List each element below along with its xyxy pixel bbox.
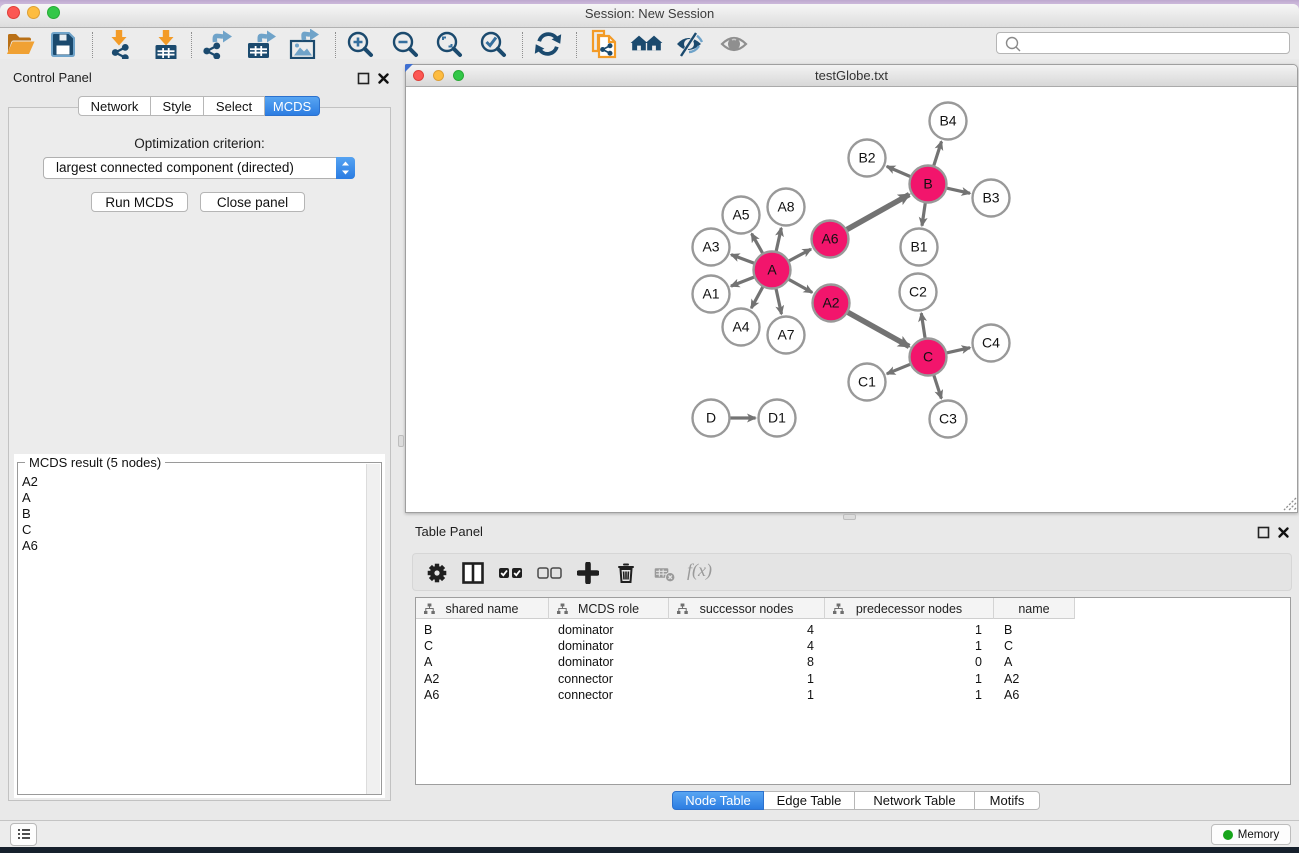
svg-text:D1: D1	[768, 410, 786, 426]
svg-text:B2: B2	[858, 150, 875, 166]
svg-text:B1: B1	[910, 239, 927, 255]
svg-text:B3: B3	[982, 190, 999, 206]
svg-text:A4: A4	[732, 319, 749, 335]
svg-text:A6: A6	[821, 231, 838, 247]
svg-text:A3: A3	[702, 239, 719, 255]
svg-text:B4: B4	[939, 113, 956, 129]
svg-text:D: D	[706, 410, 716, 426]
svg-text:A5: A5	[732, 207, 749, 223]
svg-text:A1: A1	[702, 286, 719, 302]
svg-text:C: C	[923, 349, 933, 365]
svg-text:C4: C4	[982, 335, 1000, 351]
svg-text:A2: A2	[822, 295, 839, 311]
svg-text:A7: A7	[777, 327, 794, 343]
svg-text:A: A	[767, 262, 777, 278]
svg-text:C1: C1	[858, 374, 876, 390]
svg-text:A8: A8	[777, 199, 794, 215]
svg-text:C3: C3	[939, 411, 957, 427]
svg-text:B: B	[923, 176, 932, 192]
svg-text:C2: C2	[909, 284, 927, 300]
